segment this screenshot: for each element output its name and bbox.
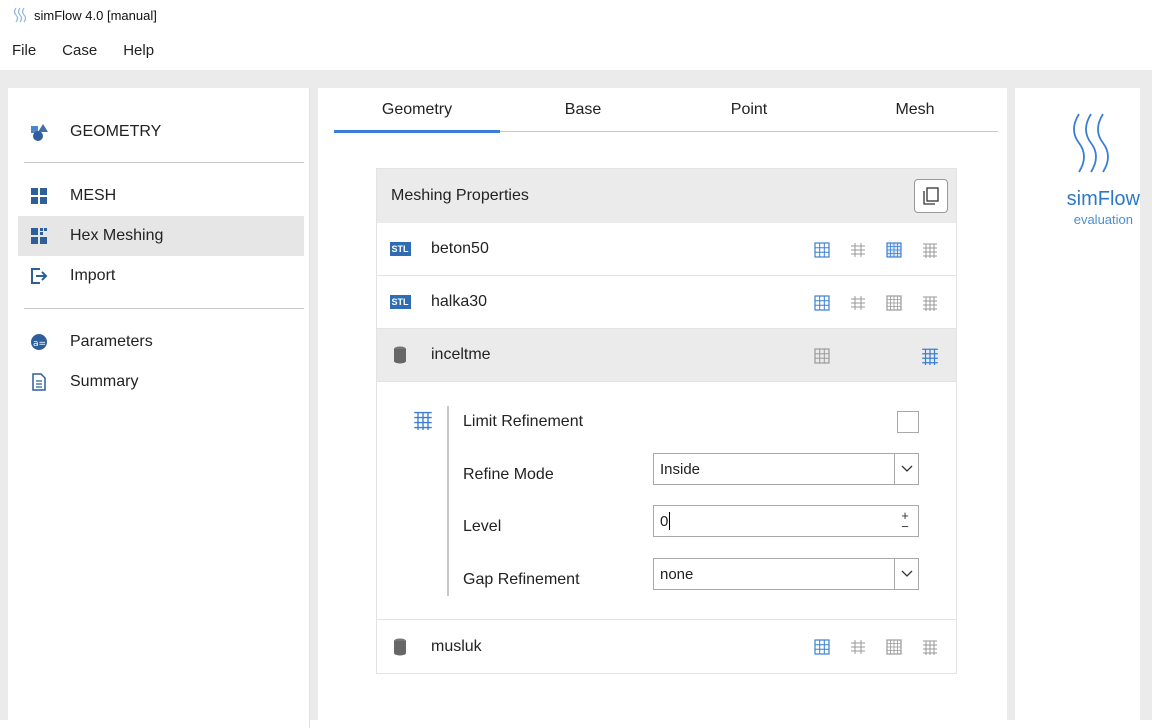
gap-refinement-row: Gap Refinement none [463, 558, 933, 598]
region-refinement-icon[interactable] [912, 223, 948, 276]
chevron-down-icon [894, 454, 918, 484]
panel-header: Meshing Properties [377, 169, 956, 223]
sidebar-item-label: Import [70, 267, 116, 284]
refine-mode-label: Refine Mode [463, 466, 554, 483]
menu-file[interactable]: File [8, 40, 40, 61]
geometry-row-halka30[interactable]: STL halka30 [377, 276, 956, 329]
volume-refinement-icon[interactable] [876, 223, 912, 276]
feature-refinement-icon[interactable] [840, 223, 876, 276]
brand-subtitle: evaluation [1073, 212, 1133, 227]
limit-refinement-row: Limit Refinement [463, 404, 933, 440]
hex-mesh-icon [28, 225, 50, 247]
tab-bar: Geometry Base Point Mesh [334, 88, 998, 133]
feature-refinement-icon[interactable] [840, 620, 876, 673]
simflow-logo-icon [1073, 113, 1109, 173]
volume-refinement-icon[interactable] [876, 276, 912, 329]
app-area: GEOMETRY MESH Hex Meshing Import a= Para… [0, 70, 1152, 728]
region-refinement-icon[interactable] [912, 620, 948, 673]
region-refinement-icon[interactable] [912, 329, 948, 382]
sidebar-item-label: Summary [70, 373, 139, 390]
region-refinement-icon[interactable] [912, 276, 948, 329]
tab-geometry[interactable]: Geometry [334, 88, 500, 133]
geometry-row-beton50[interactable]: STL beton50 [377, 223, 956, 276]
level-row: Level 0 + − [463, 505, 933, 545]
brand-panel: simFlow evaluation [1015, 88, 1140, 728]
surface-refinement-icon[interactable] [804, 620, 840, 673]
sidebar-item-label: GEOMETRY [70, 123, 162, 140]
document-icon [28, 371, 50, 393]
sidebar-item-label: Hex Meshing [70, 227, 164, 244]
sidebar-item-label: MESH [70, 187, 117, 204]
region-refinement-icon [413, 410, 433, 435]
main-content: Geometry Base Point Mesh Meshing Propert… [318, 88, 1007, 728]
grid-icon [28, 185, 50, 207]
feature-refinement-icon[interactable] [840, 276, 876, 329]
volume-refinement-icon[interactable] [876, 620, 912, 673]
refinement-icons [804, 223, 948, 276]
tab-base[interactable]: Base [500, 88, 666, 131]
panel-title: Meshing Properties [391, 187, 529, 204]
level-label: Level [463, 518, 502, 535]
svg-text:a=: a= [33, 339, 46, 349]
meshing-properties-panel: Meshing Properties STL beton50 STL halka… [376, 168, 957, 674]
sidebar-item-import[interactable]: Import [18, 256, 304, 296]
geometry-row-musluk[interactable]: musluk [377, 620, 956, 673]
sidebar-item-parameters[interactable]: a= Parameters [18, 322, 304, 362]
sidebar-item-summary[interactable]: Summary [18, 362, 304, 402]
menu-help[interactable]: Help [119, 40, 158, 61]
limit-refinement-label: Limit Refinement [463, 413, 584, 430]
menu-bar: File Case Help [0, 36, 176, 64]
import-icon [28, 265, 50, 287]
level-spinbox[interactable]: 0 + − [653, 505, 919, 537]
surface-refinement-icon[interactable] [804, 223, 840, 276]
sidebar-divider [24, 162, 304, 163]
geometry-name: inceltme [431, 346, 491, 363]
chevron-down-icon [894, 559, 918, 589]
refinement-icons [804, 276, 948, 329]
geometry-row-inceltme[interactable]: inceltme [377, 329, 956, 382]
brand-name: simFlow [1066, 188, 1140, 210]
parameters-icon: a= [28, 331, 50, 353]
cylinder-icon [389, 346, 411, 364]
sidebar-item-mesh[interactable]: MESH [18, 176, 304, 216]
detail-divider [447, 406, 449, 596]
geometry-name: halka30 [431, 293, 488, 310]
region-refinement-details: Limit Refinement Refine Mode Inside Leve… [377, 382, 956, 620]
refinement-icons [804, 329, 948, 382]
sidebar-item-hex-meshing[interactable]: Hex Meshing [18, 216, 304, 256]
copy-icon [923, 187, 939, 205]
geometry-name: musluk [431, 637, 482, 655]
stl-icon: STL [389, 295, 411, 309]
copy-button[interactable] [914, 179, 948, 213]
menu-case[interactable]: Case [58, 40, 101, 61]
shapes-icon [28, 121, 50, 143]
cylinder-icon [389, 638, 411, 656]
tab-point[interactable]: Point [666, 88, 832, 131]
plus-minus-icon[interactable]: + − [894, 508, 916, 534]
surface-refinement-icon[interactable] [804, 276, 840, 329]
stl-icon: STL [389, 242, 411, 256]
window-title: simFlow 4.0 [manual] [34, 7, 157, 23]
volume-refinement-icon[interactable] [804, 329, 840, 382]
tab-mesh[interactable]: Mesh [832, 88, 998, 131]
gap-refinement-select[interactable]: none [653, 558, 919, 590]
simflow-logo-icon [13, 7, 27, 23]
sidebar-item-geometry[interactable]: GEOMETRY [18, 112, 304, 152]
sidebar-divider [24, 308, 304, 309]
geometry-name: beton50 [431, 240, 489, 257]
title-bar: simFlow 4.0 [manual] [0, 0, 1152, 30]
refine-mode-row: Refine Mode Inside [463, 453, 933, 493]
refine-mode-select[interactable]: Inside [653, 453, 919, 485]
sidebar: GEOMETRY MESH Hex Meshing Import a= Para… [8, 88, 310, 728]
refinement-icons [804, 620, 948, 673]
limit-refinement-checkbox[interactable] [897, 411, 919, 433]
sidebar-item-label: Parameters [70, 333, 153, 350]
gap-refinement-label: Gap Refinement [463, 571, 580, 588]
